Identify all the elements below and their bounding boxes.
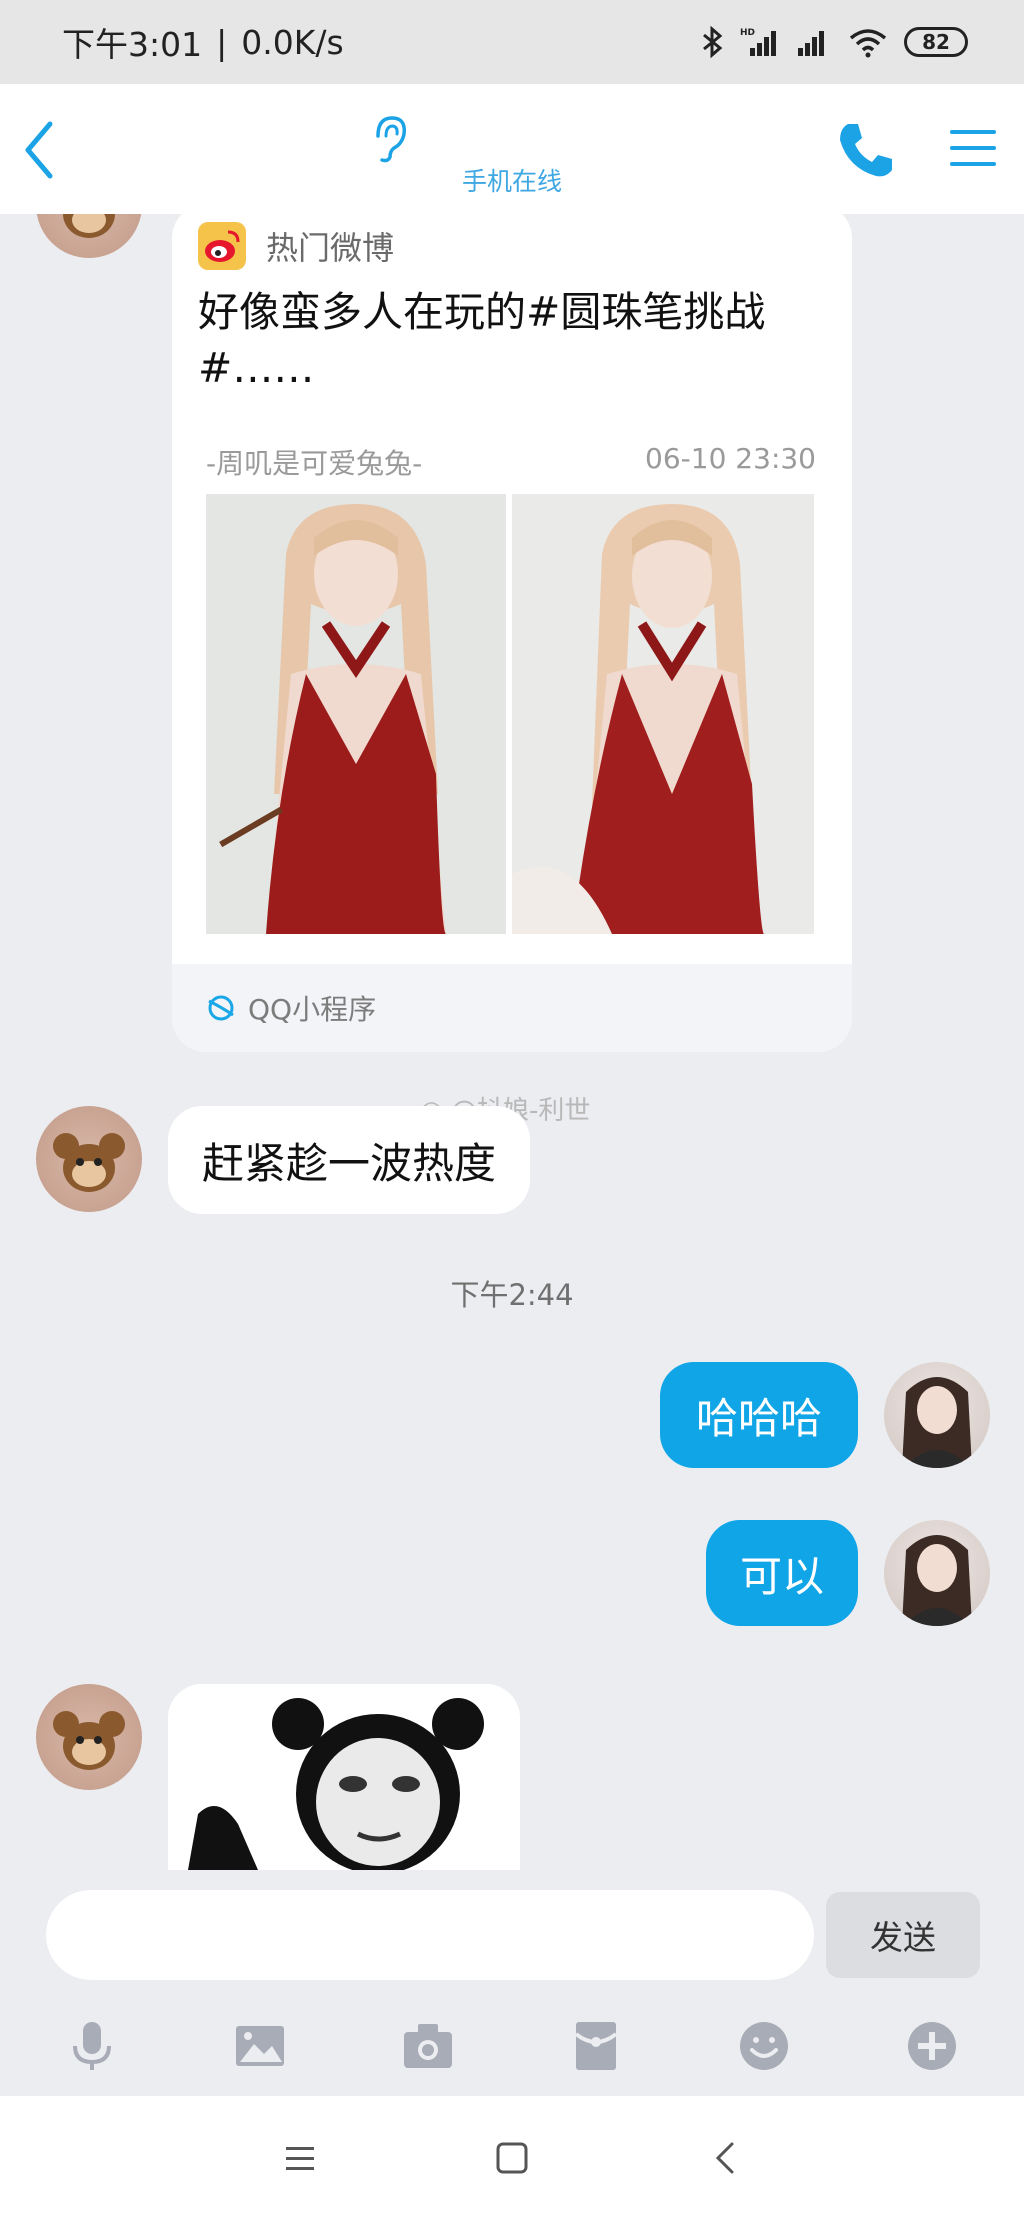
system-nav-bar [0,2096,1024,2219]
outgoing-message[interactable]: 可以 [706,1520,858,1626]
input-bar: 发送 [0,1870,1024,1998]
network-speed: 0.0K/s [241,22,344,62]
message-text: 赶紧趁一波热度 [202,1138,497,1188]
recents-icon[interactable] [278,2136,322,2180]
menu-icon[interactable] [948,124,998,172]
signal-icon [798,31,824,56]
card-title: 好像蛮多人在玩的#圆珠笔挑战#…… [198,288,766,392]
svg-text:HD: HD [740,28,755,38]
battery-indicator: 82 [904,27,968,57]
chat-header: 手机在线 [0,84,1024,214]
status-bar: 下午3:01 | 0.0K/s HD 82 [0,0,1024,84]
send-button[interactable]: 发送 [826,1892,980,1978]
outgoing-message[interactable]: 哈哈哈 [660,1362,858,1468]
input-toolbar [0,1998,1024,2096]
redpacket-icon[interactable] [566,2016,626,2076]
card-footer-label: QQ小程序 [248,993,377,1026]
incoming-message[interactable]: 赶紧趁一波热度 [168,1106,531,1214]
avatar[interactable] [36,1106,142,1212]
status-time: 下午3:01 [62,25,203,64]
plus-icon[interactable] [902,2016,962,2076]
signal-hd-icon: HD [740,28,776,56]
miniprogram-icon [208,995,234,1021]
wifi-icon [849,29,887,58]
avatar[interactable] [884,1520,990,1626]
camera-icon[interactable] [398,2016,458,2076]
sticker-message[interactable] [168,1684,520,1870]
home-icon[interactable] [490,2136,534,2180]
message-input[interactable] [46,1890,814,1980]
chat-area[interactable]: 热门微博 好像蛮多人在玩的#圆珠笔挑战#…… -周叽是可爱兔兔- 06-10 2… [0,214,1024,1870]
card-date: 06-10 23:30 [645,442,816,475]
emoji-icon[interactable] [734,2016,794,2076]
mic-icon[interactable] [62,2016,122,2076]
avatar[interactable] [884,1362,990,1468]
card-source: 热门微博 [266,229,395,267]
card-author: -周叽是可爱兔兔- [206,447,423,480]
status-separator: | [216,22,228,62]
card-photo[interactable] [512,494,814,934]
miniprogram-card[interactable]: 热门微博 好像蛮多人在玩的#圆珠笔挑战#…… -周叽是可爱兔兔- 06-10 2… [172,214,852,1052]
image-icon[interactable] [230,2016,290,2076]
avatar[interactable] [36,214,142,258]
message-text: 可以 [740,1551,825,1601]
bluetooth-icon [703,26,723,58]
back-nav-icon[interactable] [704,2136,748,2180]
phone-icon[interactable] [836,120,896,180]
ear-icon[interactable] [368,114,412,164]
weibo-logo-icon [198,222,246,270]
message-timestamp: 下午2:44 [450,1278,574,1312]
avatar[interactable] [36,1684,142,1790]
card-photo[interactable] [206,494,506,934]
message-text: 哈哈哈 [695,1393,822,1443]
